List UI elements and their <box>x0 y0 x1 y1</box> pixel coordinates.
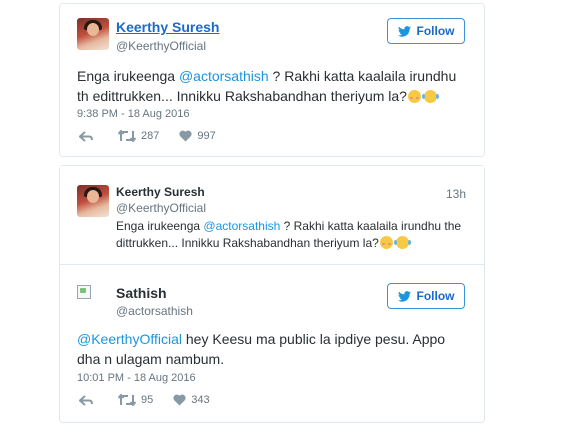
avatar-keerthy-quoted[interactable] <box>77 185 109 217</box>
tweet-actions: 287 997 <box>79 130 236 142</box>
reply-mention-link[interactable]: @KeerthyOfficial <box>77 331 182 347</box>
retweet-count: 287 <box>141 130 160 142</box>
twitter-bird-icon <box>397 25 411 37</box>
quoted-author-name[interactable]: Keerthy Suresh <box>116 185 205 199</box>
reply-author-handle[interactable]: @actorsathish <box>116 304 193 318</box>
retweet-icon <box>118 394 136 406</box>
retweet-button[interactable]: 287 <box>118 130 159 142</box>
avatar-sathish[interactable] <box>77 285 91 299</box>
tweet-timestamp[interactable]: 9:38 PM - 18 Aug 2016 <box>77 108 190 120</box>
retweet-count: 95 <box>141 394 154 406</box>
reply-button[interactable] <box>79 394 98 406</box>
quoted-tweet-text: Enga irukeenga @actorsathish ? Rakhi kat… <box>116 219 462 250</box>
quoted-relative-time[interactable]: 13h <box>446 187 466 201</box>
like-button[interactable]: 997 <box>179 130 216 142</box>
reply-author-name[interactable]: Sathish <box>116 285 167 301</box>
like-button[interactable]: 343 <box>173 394 210 406</box>
follow-button-sathish[interactable]: Follow <box>387 283 465 309</box>
quoted-author-handle[interactable]: @KeerthyOfficial <box>116 201 206 215</box>
author-handle[interactable]: @KeerthyOfficial <box>116 39 206 53</box>
heart-icon <box>179 130 192 142</box>
divider <box>60 264 484 265</box>
tears-of-joy-emoji <box>421 90 437 103</box>
quoted-mention-link[interactable]: @actorsathish <box>203 219 280 233</box>
like-count: 997 <box>197 130 216 142</box>
reply-actions: 95 343 <box>79 394 230 406</box>
follow-label: Follow <box>416 24 455 38</box>
like-count: 343 <box>191 394 210 406</box>
mention-link[interactable]: @actorsathish <box>179 68 269 84</box>
grinning-face-emoji <box>407 90 421 103</box>
twitter-bird-icon <box>397 290 411 302</box>
tears-of-joy-emoji <box>393 236 409 249</box>
heart-icon <box>173 394 186 406</box>
reply-tweet-text: @KeerthyOfficial hey Keesu ma public la … <box>77 331 446 367</box>
tweet-card-sathish: Keerthy Suresh @KeerthyOfficial 13h Enga… <box>59 165 485 423</box>
reply-icon <box>79 130 93 142</box>
avatar-keerthy[interactable] <box>77 18 109 50</box>
follow-label: Follow <box>416 289 455 303</box>
retweet-button[interactable]: 95 <box>118 394 153 406</box>
grinning-face-emoji <box>379 236 393 249</box>
follow-button[interactable]: Follow <box>387 18 465 44</box>
author-name[interactable]: Keerthy Suresh <box>116 19 219 35</box>
tweet-card-keerthy: Keerthy Suresh @KeerthyOfficial Follow E… <box>59 3 485 157</box>
retweet-icon <box>118 130 136 142</box>
reply-button[interactable] <box>79 130 98 142</box>
reply-icon <box>79 394 93 406</box>
tweet-text: Enga irukeenga @actorsathish ? Rakhi kat… <box>77 68 457 104</box>
reply-timestamp[interactable]: 10:01 PM - 18 Aug 2016 <box>77 372 196 384</box>
